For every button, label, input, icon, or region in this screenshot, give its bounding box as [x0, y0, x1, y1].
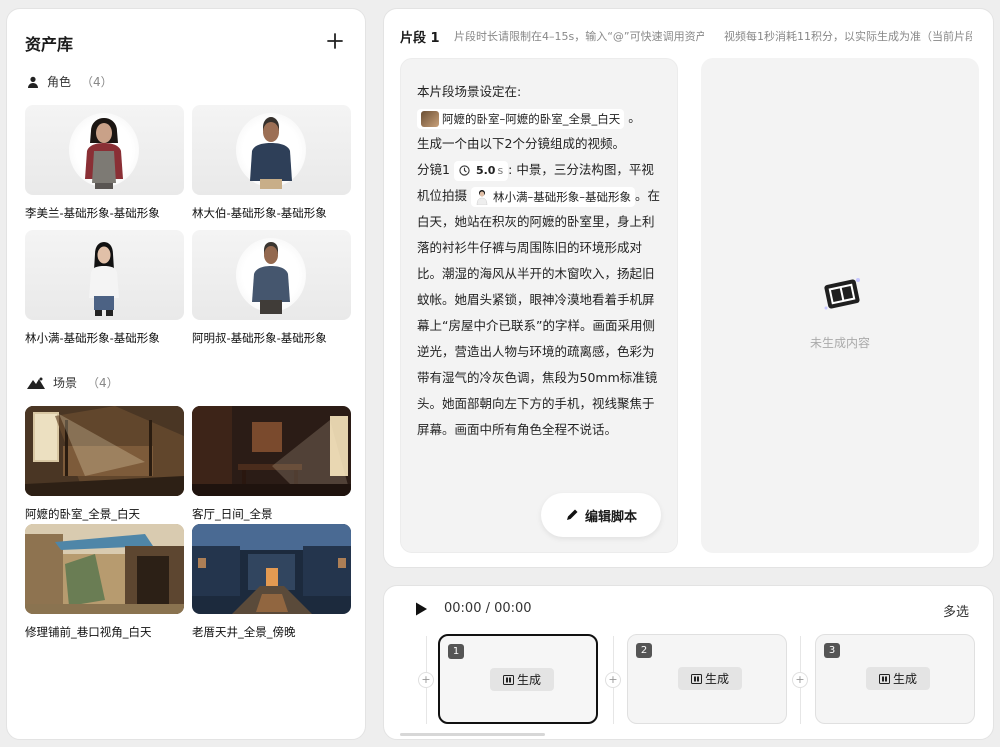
- characters-section-header: 角色 （4）: [27, 73, 113, 90]
- clock-icon: [459, 165, 470, 176]
- scene-name: 阿嬷的卧室_全景_白天: [25, 507, 140, 521]
- scene-card[interactable]: 阿嬷的卧室_全景_白天: [25, 406, 184, 522]
- shot-label: 分镜1: [417, 162, 450, 177]
- scene-thumbnail: [192, 406, 351, 496]
- preview-empty-text: 未生成内容: [809, 336, 870, 350]
- scene-card[interactable]: 老厝天井_全景_傍晚: [192, 524, 351, 640]
- script-line-2: 生成一个由以下2个分镜组成的视频。: [417, 136, 625, 151]
- asset-library-title: 资产库: [25, 35, 74, 54]
- script-box[interactable]: 本片段场景设定在: 阿嬷的卧室–阿嬷的卧室_全景_白天。 生成一个由以下2个分镜…: [400, 58, 678, 553]
- generate-button[interactable]: 生成: [490, 668, 554, 691]
- character-reference-chip[interactable]: 林小满–基础形象–基础形象: [471, 186, 635, 207]
- scene-image-repair-shop: [25, 524, 184, 614]
- character-thumbnail: [25, 105, 184, 195]
- timeline-panel: 00:00 / 00:00 多选 + 1 生成 + 2 生成 + 3 生成: [383, 585, 994, 740]
- scene-image-courtyard: [192, 524, 351, 614]
- character-thumbnail: [192, 230, 351, 320]
- segment-editor-panel: 片段 1 片段时长请限制在4–15s，输入“@”可快速调用资产 视频每1秒消耗1…: [383, 8, 994, 568]
- shot-duration-value: 5.0: [475, 163, 496, 177]
- scene-name: 老厝天井_全景_傍晚: [192, 625, 296, 639]
- character-name: 林小满-基础形象-基础形象: [25, 331, 160, 345]
- character-card[interactable]: 林小满-基础形象-基础形象: [25, 230, 184, 346]
- generate-label: 生成: [516, 673, 541, 687]
- timeline-time: 00:00 / 00:00: [444, 601, 532, 616]
- segment-title: 片段 1: [400, 31, 440, 46]
- character-thumbnail: [192, 105, 351, 195]
- edit-script-label: 编辑脚本: [584, 509, 637, 525]
- multi-select-button[interactable]: 多选: [943, 601, 969, 620]
- insert-clip-button[interactable]: +: [792, 672, 808, 688]
- generate-label: 生成: [704, 672, 729, 686]
- person-icon: [28, 76, 38, 88]
- clip-number: 3: [824, 643, 840, 658]
- scene-image-bedroom: [25, 406, 184, 496]
- character-portrait-image: [250, 117, 292, 189]
- generate-button[interactable]: 生成: [678, 667, 742, 690]
- script-body: 。在白天，她站在积灰的阿嬷的卧室里，身上利落的衬衫牛仔裤与周围陈旧的环境形成对比…: [417, 188, 661, 437]
- insert-clip-button[interactable]: +: [418, 672, 434, 688]
- character-portrait-image: [252, 242, 290, 314]
- film-small-icon: [690, 673, 702, 684]
- timeline-clip-3[interactable]: 3 生成: [815, 634, 975, 724]
- scene-thumbnail: [25, 406, 184, 496]
- film-small-icon: [502, 674, 514, 685]
- play-icon[interactable]: [414, 601, 428, 617]
- generate-button[interactable]: 生成: [866, 667, 930, 690]
- timeline-clip-2[interactable]: 2 生成: [627, 634, 787, 724]
- script-intro: 本片段场景设定在:: [417, 84, 522, 99]
- scene-name: 客厅_日间_全景: [192, 507, 273, 521]
- film-icon: [824, 278, 860, 310]
- video-preview-area: 未生成内容: [701, 58, 979, 553]
- timeline-scrollbar[interactable]: [400, 733, 545, 736]
- script-text: 本片段场景设定在: 阿嬷的卧室–阿嬷的卧室_全景_白天。 生成一个由以下2个分镜…: [417, 79, 665, 443]
- scene-thumbnail: [192, 524, 351, 614]
- character-reference-label: 林小满–基础形象–基础形象: [493, 189, 631, 204]
- scene-thumbnail: [25, 524, 184, 614]
- character-name: 阿明叔-基础形象-基础形象: [192, 331, 327, 345]
- character-name: 李美兰-基础形象-基础形象: [25, 206, 160, 220]
- character-thumbnail: [25, 230, 184, 320]
- insert-clip-button[interactable]: +: [605, 672, 621, 688]
- segment-cost-note: 视频每1秒消耗11积分，以实际生成为准（当前片段）: [724, 30, 972, 43]
- scenes-section-header: 场景 （4）: [27, 374, 119, 391]
- character-portrait-image: [89, 242, 119, 316]
- scenes-label: 场景: [53, 376, 78, 390]
- shot-duration-unit: s: [497, 163, 504, 177]
- scene-reference-label: 阿嬷的卧室–阿嬷的卧室_全景_白天: [442, 111, 621, 126]
- pencil-icon: [566, 509, 578, 520]
- characters-count: （4）: [81, 75, 113, 89]
- scene-name: 修理铺前_巷口视角_白天: [25, 625, 152, 639]
- scene-chip-suffix: 。: [628, 110, 641, 125]
- clip-number: 2: [636, 643, 652, 658]
- character-card[interactable]: 阿明叔-基础形象-基础形象: [192, 230, 351, 346]
- scene-reference-chip[interactable]: 阿嬷的卧室–阿嬷的卧室_全景_白天: [417, 108, 625, 129]
- shot-duration-chip[interactable]: 5.0 s: [453, 160, 509, 181]
- character-avatar-icon: [476, 189, 488, 205]
- character-portrait-image: [85, 118, 123, 189]
- timeline-clip-1[interactable]: 1 生成: [438, 634, 598, 724]
- clip-number: 1: [448, 644, 464, 659]
- scenes-count: （4）: [87, 376, 119, 390]
- asset-library-panel: 资产库 角色 （4） 李美兰-基础形象-基础形象 林大伯-基础形象-基础形象 林…: [6, 8, 366, 740]
- edit-script-button[interactable]: 编辑脚本: [541, 493, 661, 537]
- segment-duration-hint: 片段时长请限制在4–15s，输入“@”可快速调用资产: [454, 30, 704, 43]
- scene-image-living-room: [192, 406, 351, 496]
- film-small-icon: [878, 673, 890, 684]
- scene-thumbnail-icon: [421, 110, 439, 127]
- generate-label: 生成: [892, 672, 917, 686]
- add-asset-icon[interactable]: [323, 29, 347, 53]
- mountain-icon: [27, 377, 45, 389]
- scene-card[interactable]: 修理铺前_巷口视角_白天: [25, 524, 184, 640]
- character-card[interactable]: 李美兰-基础形象-基础形象: [25, 105, 184, 221]
- character-name: 林大伯-基础形象-基础形象: [192, 206, 327, 220]
- character-card[interactable]: 林大伯-基础形象-基础形象: [192, 105, 351, 221]
- scene-card[interactable]: 客厅_日间_全景: [192, 406, 351, 522]
- characters-label: 角色: [47, 75, 72, 89]
